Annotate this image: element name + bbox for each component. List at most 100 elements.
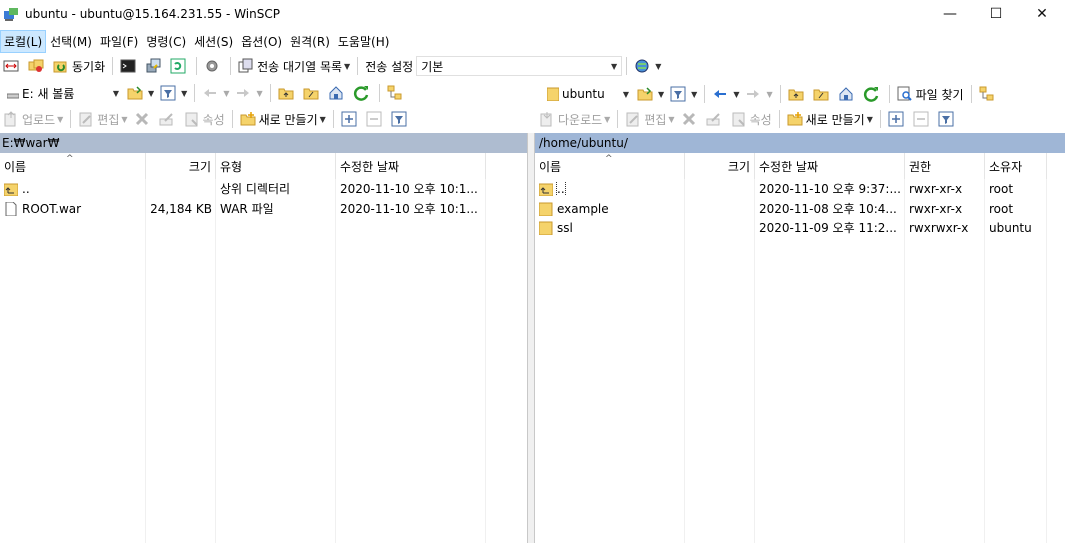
- local-deselect-button[interactable]: [363, 108, 388, 130]
- preferences-button[interactable]: [201, 55, 226, 77]
- find-files-icon: [897, 86, 913, 102]
- local-edit-button[interactable]: 편집 ▼: [75, 108, 130, 130]
- upload-button[interactable]: 업로드 ▼: [0, 108, 66, 130]
- local-path: E:₩war₩: [2, 136, 60, 150]
- remote-col-size-label: 크기: [727, 159, 750, 174]
- local-drive-combo[interactable]: E: 새 볼륨 ▼: [2, 83, 124, 103]
- local-root-dir-button[interactable]: [300, 82, 325, 104]
- chevron-down-icon: ▼: [121, 114, 128, 124]
- menu-commands[interactable]: 명령(C): [142, 30, 190, 53]
- local-file-row[interactable]: .. 상위 디렉터리 2020-11-10 오후 10:1...: [0, 179, 486, 198]
- menu-files[interactable]: 파일(F): [96, 30, 142, 53]
- chevron-down-icon: ▼: [344, 61, 351, 71]
- file-date: 2020-11-10 오후 9:37:...: [759, 182, 901, 196]
- local-new-button[interactable]: 새로 만들기 ▼: [237, 108, 329, 130]
- panel-splitter[interactable]: [527, 133, 535, 543]
- remote-back-button[interactable]: ▼: [709, 83, 742, 105]
- putty-button[interactable]: [142, 55, 167, 77]
- remote-file-row[interactable]: example 2020-11-08 오후 10:4... rwxr-xr-x …: [535, 199, 1047, 218]
- tree-icon: [387, 85, 403, 101]
- transfer-settings-combo[interactable]: 기본 ▼: [416, 56, 623, 76]
- local-tree-button[interactable]: [384, 82, 409, 104]
- remote-col-rights-label: 권한: [909, 159, 932, 174]
- home-icon: [328, 85, 344, 101]
- sites-button[interactable]: ▼: [631, 55, 664, 77]
- local-back-button[interactable]: ▼: [199, 82, 232, 104]
- filter-icon: [160, 85, 176, 101]
- open-folder-icon: [637, 86, 653, 102]
- remote-open-dir-button[interactable]: ▼: [634, 83, 667, 105]
- transfer-queue-label: 전송 대기열 목록: [257, 59, 343, 74]
- remote-edit-button[interactable]: 편집 ▼: [622, 108, 677, 130]
- local-file-panel: 이름 ^ 크기 유형 수정한 날짜 .. 상위 디렉터리 2020-11-10 …: [0, 153, 527, 543]
- remote-new-button[interactable]: 새로 만들기 ▼: [784, 108, 876, 130]
- local-delete-button[interactable]: [131, 108, 156, 130]
- remote-filter-select-button[interactable]: [935, 108, 960, 130]
- minimize-button[interactable]: —: [927, 0, 973, 28]
- remote-file-row[interactable]: ssl 2020-11-09 오후 11:2... rwxrwxr-x ubun…: [535, 218, 1047, 237]
- remote-tree-button[interactable]: [976, 83, 1001, 105]
- menu-options[interactable]: 옵션(O): [237, 30, 286, 53]
- remote-col-size[interactable]: 크기: [685, 153, 755, 179]
- download-label: 다운로드: [558, 112, 603, 127]
- open-terminal-button[interactable]: [117, 55, 142, 77]
- remote-rename-button[interactable]: [703, 108, 728, 130]
- local-filter-select-button[interactable]: [388, 108, 413, 130]
- tree-icon: [979, 86, 995, 102]
- remote-forward-button[interactable]: ▼: [742, 83, 775, 105]
- local-properties-button[interactable]: 속성: [181, 108, 228, 130]
- synchronize-button[interactable]: 동기화: [50, 55, 108, 77]
- menu-local[interactable]: 로컬(L): [0, 29, 47, 53]
- transfer-queue-button[interactable]: 전송 대기열 목록 ▼: [235, 55, 353, 77]
- local-parent-dir-button[interactable]: [275, 82, 300, 104]
- local-col-date[interactable]: 수정한 날짜: [336, 153, 486, 179]
- remote-col-owner[interactable]: 소유자: [985, 153, 1047, 179]
- remote-root-dir-button[interactable]: [810, 83, 835, 105]
- queue-icon: [238, 58, 254, 74]
- remote-select-all-button[interactable]: [885, 108, 910, 130]
- remote-new-label: 새로 만들기: [805, 112, 865, 127]
- remote-home-button[interactable]: [835, 83, 860, 105]
- menu-mark[interactable]: 선택(M): [46, 30, 96, 53]
- chevron-down-icon: ▼: [319, 114, 326, 124]
- local-forward-button[interactable]: ▼: [232, 82, 265, 104]
- menu-remote[interactable]: 원격(R): [286, 30, 334, 53]
- remote-properties-button[interactable]: 속성: [728, 108, 775, 130]
- local-open-dir-button[interactable]: ▼: [124, 82, 157, 104]
- local-properties-label: 속성: [202, 112, 225, 127]
- remote-refresh-button[interactable]: [860, 83, 885, 105]
- local-select-all-button[interactable]: [338, 108, 363, 130]
- remote-col-name[interactable]: 이름 ^: [535, 153, 685, 179]
- remote-delete-button[interactable]: [678, 108, 703, 130]
- menu-help[interactable]: 도움말(H): [334, 30, 394, 53]
- close-button[interactable]: ✕: [1019, 0, 1065, 28]
- open-window-button[interactable]: [167, 55, 192, 77]
- window-title: ubuntu - ubuntu@15.164.231.55 - WinSCP: [25, 7, 280, 21]
- new-folder-icon: [240, 111, 256, 127]
- remote-filter-button[interactable]: ▼: [667, 83, 700, 105]
- download-button[interactable]: 다운로드 ▼: [536, 108, 613, 130]
- local-col-type[interactable]: 유형: [216, 153, 336, 179]
- maximize-button[interactable]: ☐: [973, 0, 1019, 28]
- local-col-size[interactable]: 크기: [146, 153, 216, 179]
- winscp-app-icon: [3, 6, 19, 22]
- remote-parent-dir-button[interactable]: [785, 83, 810, 105]
- local-file-row[interactable]: ROOT.war 24,184 KB WAR 파일 2020-11-10 오후 …: [0, 199, 486, 218]
- remote-col-date[interactable]: 수정한 날짜: [755, 153, 905, 179]
- remote-col-rights[interactable]: 권한: [905, 153, 985, 179]
- remote-file-row[interactable]: .. 2020-11-10 오후 9:37:... rwxr-xr-x root: [535, 179, 1047, 198]
- find-files-button[interactable]: 파일 찾기: [894, 83, 967, 105]
- local-filter-button[interactable]: ▼: [157, 82, 190, 104]
- sync-browse-button[interactable]: [25, 55, 50, 77]
- toolbar-separator: [112, 57, 114, 75]
- local-home-button[interactable]: [325, 82, 350, 104]
- local-col-name[interactable]: 이름 ^: [0, 153, 146, 179]
- local-path-bar: E:₩war₩: [0, 133, 527, 153]
- menu-session[interactable]: 세션(S): [190, 30, 237, 53]
- remote-location-combo[interactable]: ubuntu ▼: [542, 84, 634, 104]
- compare-dirs-button[interactable]: [0, 55, 25, 77]
- local-refresh-button[interactable]: [350, 82, 375, 104]
- globe-icon: [634, 58, 650, 74]
- local-rename-button[interactable]: [156, 108, 181, 130]
- remote-deselect-button[interactable]: [910, 108, 935, 130]
